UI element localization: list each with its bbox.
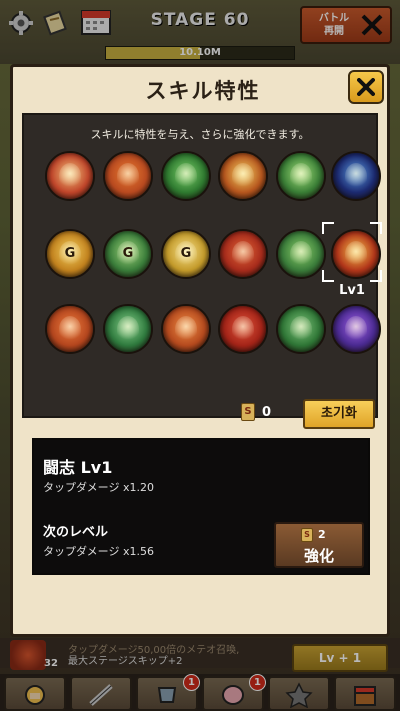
skill-detail-panel: 闘志 Lv1 タップダメージ x1.20 次のレベル タップダメージ x1.56… [32,438,370,575]
upgrade-cost: 2 [318,528,326,541]
close-icon [357,78,375,96]
skill-4-icon[interactable] [218,151,268,201]
skill-motif [290,163,312,189]
skill-motif [117,316,139,342]
selected-skill-level: Lv1 [339,283,365,298]
skill-motif [345,316,367,342]
skill-5-icon[interactable] [276,151,326,201]
skill-14-icon[interactable] [103,304,153,354]
skill-motif [290,316,312,342]
skill-15-icon[interactable] [161,304,211,354]
reset-button[interactable]: 초기화 [303,399,375,429]
skill-motif [290,241,312,267]
skill-motif [117,163,139,189]
skill-point-icon: S [241,403,255,421]
skill-motif [232,163,254,189]
skill-name: 闘志 Lv1 [43,458,113,477]
skill-motif [345,163,367,189]
upgrade-label: 強化 [303,547,334,565]
skill-18-icon[interactable] [331,304,381,354]
skill-glyph: G [122,246,134,261]
skill-8-icon[interactable]: G [103,229,153,279]
current-effect: タップダメージ x1.20 [43,481,154,494]
skill-motif [345,241,367,267]
skill-13-icon[interactable] [45,304,95,354]
skill-10-icon[interactable] [218,229,268,279]
skill-motif [232,316,254,342]
skill-17-icon[interactable] [276,304,326,354]
upgrade-button[interactable]: S 2 強化 [274,522,364,568]
skill-glyph: G [64,246,76,261]
next-level-label: 次のレベル [43,525,109,540]
skill-12-icon[interactable] [331,229,381,279]
skill-grid-panel: スキルに特性を与え、さらに強化できます。 Lv1 S 0 초기화 G G G [22,113,382,429]
close-button[interactable] [348,70,384,104]
next-level-effect: タップダメージ x1.56 [43,545,154,558]
skill-trait-modal: スキル特性 スキルに特性を与え、さらに強化できます。 Lv1 S 0 초기화 G… [10,64,390,637]
skill-motif [175,316,197,342]
skill-motif [175,163,197,189]
skill-motif [232,241,254,267]
skill-glyph: G [180,246,192,261]
skill-3-icon[interactable] [161,151,211,201]
modal-subtitle: スキルに特性を与え、さらに強化できます。 [90,128,310,141]
skill-point-icon: S [301,528,313,542]
skill-motif [59,316,81,342]
modal-title: スキル特性 [145,79,261,103]
skill-1-icon[interactable] [45,151,95,201]
skill-16-icon[interactable] [218,304,268,354]
skill-6-icon[interactable] [331,151,381,201]
skill-2-icon[interactable] [103,151,153,201]
skill-point-count: 0 [262,405,272,420]
skill-motif [59,163,81,189]
skill-9-icon[interactable]: G [161,229,211,279]
skill-11-icon[interactable] [276,229,326,279]
skill-7-icon[interactable]: G [45,229,95,279]
